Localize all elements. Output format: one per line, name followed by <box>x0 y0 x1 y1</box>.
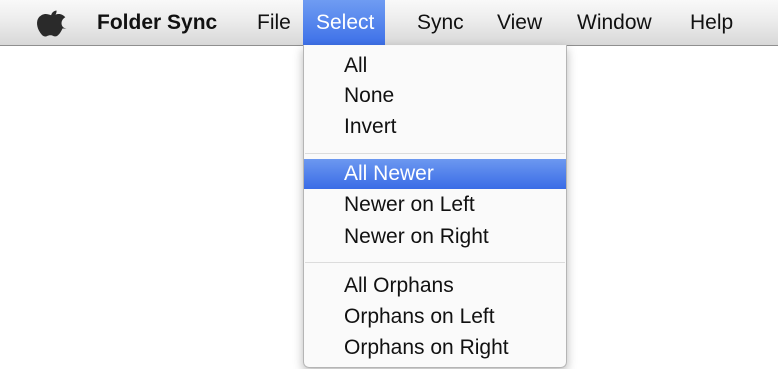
menu-separator <box>305 262 565 263</box>
menu-sync[interactable]: Sync <box>417 0 464 45</box>
apple-logo-icon[interactable] <box>36 9 68 37</box>
menu-item-orphans-on-right[interactable]: Orphans on Right <box>304 333 566 363</box>
menu-file[interactable]: File <box>257 0 291 45</box>
menu-item-none[interactable]: None <box>304 81 566 111</box>
menu-select[interactable]: Select <box>303 0 386 45</box>
menu-help[interactable]: Help <box>690 0 733 45</box>
menu-item-all[interactable]: All <box>304 51 566 81</box>
screen: Folder Sync File Select Sync View Window… <box>0 0 778 369</box>
menu-item-all-newer[interactable]: All Newer <box>304 159 566 189</box>
menu-view[interactable]: View <box>497 0 542 45</box>
menu-item-newer-on-right[interactable]: Newer on Right <box>304 222 566 252</box>
menu-item-newer-on-left[interactable]: Newer on Left <box>304 190 566 220</box>
menu-app-name[interactable]: Folder Sync <box>97 0 217 45</box>
select-menu-dropdown: All None Invert All Newer Newer on Left … <box>303 45 567 368</box>
menu-window[interactable]: Window <box>577 0 652 45</box>
menu-bar: Folder Sync File Select Sync View Window… <box>0 0 778 46</box>
menu-item-invert[interactable]: Invert <box>304 112 566 142</box>
menu-item-orphans-on-left[interactable]: Orphans on Left <box>304 302 566 332</box>
menu-separator <box>305 153 565 154</box>
menu-item-all-orphans[interactable]: All Orphans <box>304 271 566 301</box>
